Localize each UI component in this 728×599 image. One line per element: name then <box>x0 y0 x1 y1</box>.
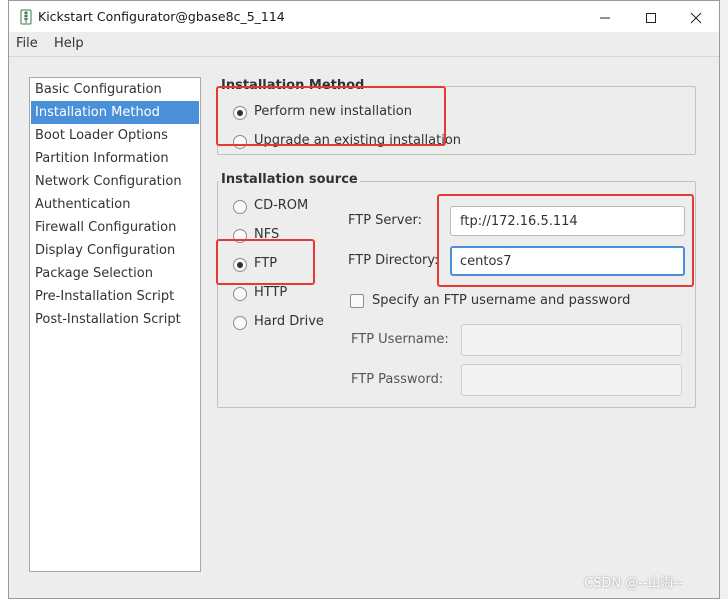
radio-perform-new-installation[interactable] <box>233 106 247 120</box>
sidebar-item-post-installation-script[interactable]: Post-Installation Script <box>31 308 199 331</box>
sidebar-item-package-selection[interactable]: Package Selection <box>31 262 199 285</box>
close-button[interactable] <box>673 1 719 32</box>
maximize-icon <box>646 12 656 23</box>
perform-new-installation-label[interactable]: Perform new installation <box>254 104 412 119</box>
radio-hard-drive[interactable] <box>233 316 247 330</box>
ftp-username-input[interactable] <box>461 324 682 356</box>
sidebar-item-firewall-configuration[interactable]: Firewall Configuration <box>31 216 199 239</box>
specify-credentials-label[interactable]: Specify an FTP username and password <box>372 293 630 308</box>
upgrade-existing-installation-label[interactable]: Upgrade an existing installation <box>254 133 461 148</box>
installation-source-title: Installation source <box>219 172 360 187</box>
radio-http[interactable] <box>233 287 247 301</box>
close-icon <box>690 12 702 23</box>
minimize-button[interactable] <box>582 1 628 32</box>
sidebar-item-authentication[interactable]: Authentication <box>31 193 199 216</box>
ftp-password-label: FTP Password: <box>351 372 444 387</box>
radio-upgrade-existing-installation[interactable] <box>233 135 247 149</box>
ftp-server-input[interactable] <box>450 206 685 236</box>
installation-method-title: Installation Method <box>219 78 367 93</box>
kickstart-app-icon <box>20 9 32 25</box>
sidebar-item-boot-loader-options[interactable]: Boot Loader Options <box>31 124 199 147</box>
menu-file[interactable]: File <box>16 36 38 51</box>
ftp-directory-input[interactable] <box>450 246 685 276</box>
sidebar-item-pre-installation-script[interactable]: Pre-Installation Script <box>31 285 199 308</box>
ftp-label[interactable]: FTP <box>254 256 277 271</box>
sidebar-item-basic-configuration[interactable]: Basic Configuration <box>31 78 199 101</box>
watermark: CSDN @--山海-- <box>584 576 683 591</box>
cdrom-label[interactable]: CD-ROM <box>254 198 308 213</box>
menu-help[interactable]: Help <box>54 36 84 51</box>
specify-credentials-checkbox[interactable] <box>350 294 364 308</box>
sidebar-item-network-configuration[interactable]: Network Configuration <box>31 170 199 193</box>
section-list: Basic Configuration Installation Method … <box>29 77 201 572</box>
kickstart-window: Kickstart Configurator@gbase8c_5_114 Fil… <box>8 0 720 599</box>
menu-bar: File Help <box>9 32 719 57</box>
hard-drive-label[interactable]: Hard Drive <box>254 314 324 329</box>
window-title: Kickstart Configurator@gbase8c_5_114 <box>38 9 285 24</box>
radio-ftp[interactable] <box>233 258 247 272</box>
sidebar-item-partition-information[interactable]: Partition Information <box>31 147 199 170</box>
radio-cdrom[interactable] <box>233 200 247 214</box>
radio-nfs[interactable] <box>233 229 247 243</box>
sidebar-item-installation-method[interactable]: Installation Method <box>31 101 199 124</box>
ftp-directory-label: FTP Directory: <box>348 253 439 268</box>
title-bar: Kickstart Configurator@gbase8c_5_114 <box>9 1 719 32</box>
http-label[interactable]: HTTP <box>254 285 287 300</box>
sidebar-item-display-configuration[interactable]: Display Configuration <box>31 239 199 262</box>
maximize-button[interactable] <box>628 1 674 32</box>
ftp-username-label: FTP Username: <box>351 332 449 347</box>
nfs-label[interactable]: NFS <box>254 227 279 242</box>
ftp-password-input[interactable] <box>461 364 682 396</box>
minimize-icon <box>600 17 610 18</box>
ftp-server-label: FTP Server: <box>348 213 422 228</box>
